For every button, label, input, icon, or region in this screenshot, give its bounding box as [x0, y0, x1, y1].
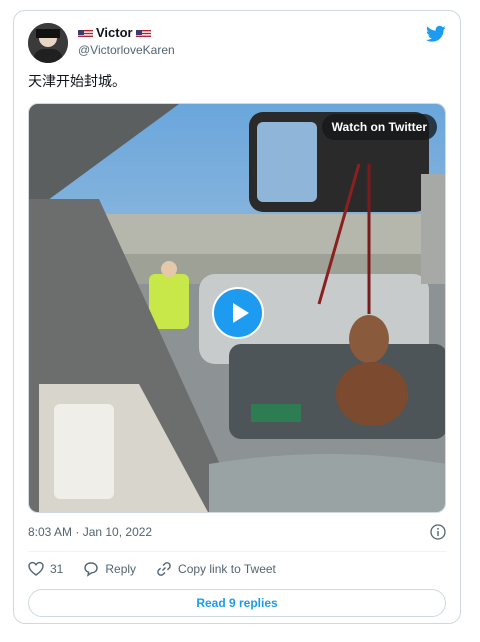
display-name: Victor	[96, 25, 133, 40]
us-flag-icon	[78, 28, 93, 38]
copy-link-label: Copy link to Tweet	[178, 562, 276, 576]
video-thumbnail[interactable]: Watch on Twitter	[28, 103, 446, 513]
speech-bubble-icon	[84, 562, 99, 577]
read-replies-button[interactable]: Read 9 replies	[28, 589, 446, 617]
like-button[interactable]: 31	[28, 561, 63, 577]
tweet-text: 天津开始封城。	[28, 73, 126, 89]
name-row[interactable]: Victor	[78, 25, 151, 40]
reply-label: Reply	[105, 562, 137, 576]
action-bar: 31 Reply Copy link to Tweet	[28, 561, 296, 577]
play-icon[interactable]	[212, 287, 264, 339]
reply-button[interactable]: Reply	[83, 561, 136, 577]
avatar[interactable]	[28, 23, 68, 63]
user-handle[interactable]: @VictorloveKaren	[78, 43, 175, 57]
twitter-bird-icon[interactable]	[426, 25, 446, 43]
copy-link-button[interactable]: Copy link to Tweet	[156, 561, 276, 577]
link-icon	[157, 562, 171, 576]
divider	[28, 551, 446, 552]
info-icon[interactable]	[430, 524, 446, 540]
tweet-card: Victor @VictorloveKaren 天津开始封城。 Watch on…	[13, 10, 461, 624]
watch-on-twitter-button[interactable]: Watch on Twitter	[321, 114, 437, 140]
tweet-timestamp[interactable]: 8:03 AM · Jan 10, 2022	[28, 525, 152, 539]
us-flag-icon	[135, 28, 151, 38]
heart-icon	[28, 561, 44, 576]
like-count: 31	[50, 562, 64, 576]
